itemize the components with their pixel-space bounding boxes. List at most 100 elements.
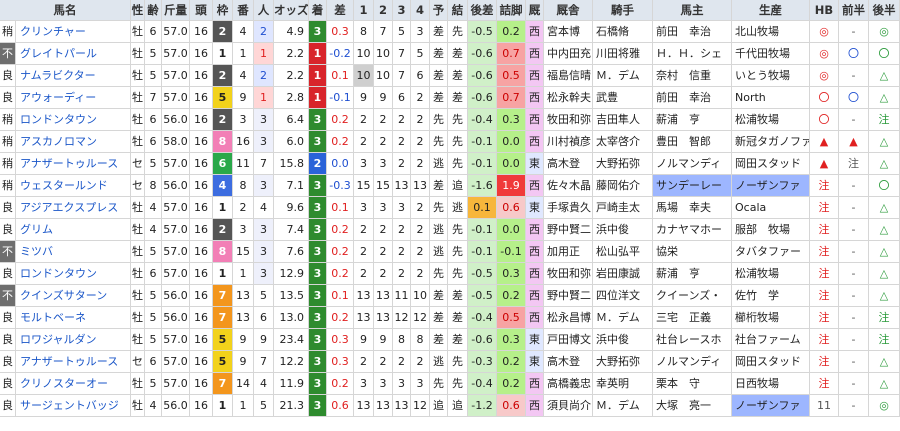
header-popularity[interactable]: 人 bbox=[254, 0, 274, 21]
heads: 16 bbox=[190, 21, 213, 43]
finish: 3 bbox=[309, 373, 327, 395]
corner-2: 13 bbox=[374, 285, 393, 307]
weight: 56.0 bbox=[162, 395, 190, 417]
late-diff: -0.6 bbox=[468, 329, 497, 351]
waku: 2 bbox=[213, 219, 233, 241]
tsume-ashi: -0.1 bbox=[497, 241, 526, 263]
header-second-half[interactable]: 後半 bbox=[869, 0, 900, 21]
umaban: 9 bbox=[233, 329, 254, 351]
header-age[interactable]: 齢 bbox=[145, 0, 162, 21]
header-corner-3[interactable]: 3 bbox=[393, 0, 411, 21]
result: 差 bbox=[448, 65, 468, 87]
trainer: 川村禎彦 bbox=[544, 131, 593, 153]
first-half: - bbox=[839, 109, 869, 131]
header-corner-4[interactable]: 4 bbox=[411, 0, 430, 21]
corner-3: 2 bbox=[393, 109, 411, 131]
horse-name[interactable]: グリム bbox=[16, 219, 131, 241]
horse-name[interactable]: アナザートゥルース bbox=[16, 153, 131, 175]
popularity: 2 bbox=[254, 65, 274, 87]
header-tsume-ashi[interactable]: 詰脚 bbox=[497, 0, 526, 21]
predict: 差 bbox=[430, 21, 448, 43]
horse-name[interactable]: ウェスタールンド bbox=[16, 175, 131, 197]
header-jockey[interactable]: 騎手 bbox=[593, 0, 653, 21]
header-result[interactable]: 結 bbox=[448, 0, 468, 21]
header-umaban[interactable]: 番 bbox=[233, 0, 254, 21]
breeder: North bbox=[732, 87, 810, 109]
heads: 16 bbox=[190, 175, 213, 197]
header-region[interactable]: 厩 bbox=[526, 0, 544, 21]
horse-name[interactable]: クインズサターン bbox=[16, 285, 131, 307]
waku: 2 bbox=[213, 109, 233, 131]
horse-name[interactable]: アスカノロマン bbox=[16, 131, 131, 153]
header-late-diff[interactable]: 後差 bbox=[468, 0, 497, 21]
header-hb-mark[interactable]: HB bbox=[810, 0, 839, 21]
horse-name[interactable]: ナムラビクター bbox=[16, 65, 131, 87]
odds: 2.8 bbox=[274, 87, 309, 109]
horse-name[interactable]: ロワジャルダン bbox=[16, 329, 131, 351]
tsume-ashi: 0.5 bbox=[497, 307, 526, 329]
corner-1: 13 bbox=[354, 307, 374, 329]
jockey: 石橋脩 bbox=[593, 21, 653, 43]
horse-name[interactable]: クリノスターオー bbox=[16, 373, 131, 395]
corner-1: 9 bbox=[354, 329, 374, 351]
horse-name[interactable]: アウォーディー bbox=[16, 87, 131, 109]
header-horse-name[interactable]: 馬名 bbox=[0, 0, 131, 21]
corner-3: 2 bbox=[393, 153, 411, 175]
header-corner-1[interactable]: 1 bbox=[354, 0, 374, 21]
header-margin[interactable]: 差 bbox=[327, 0, 354, 21]
horse-name[interactable]: ミツバ bbox=[16, 241, 131, 263]
finish: 3 bbox=[309, 197, 327, 219]
second-half: △ bbox=[869, 65, 900, 87]
umaban: 9 bbox=[233, 87, 254, 109]
umaban: 2 bbox=[233, 197, 254, 219]
header-first-half[interactable]: 前半 bbox=[839, 0, 869, 21]
header-odds[interactable]: オッズ bbox=[274, 0, 309, 21]
header-finish[interactable]: 着 bbox=[309, 0, 327, 21]
hb-mark: 注 bbox=[810, 219, 839, 241]
region: 西 bbox=[526, 263, 544, 285]
header-predict[interactable]: 予 bbox=[430, 0, 448, 21]
owner: 奈村 信重 bbox=[653, 65, 732, 87]
header-waku[interactable]: 枠 bbox=[213, 0, 233, 21]
hb-mark: 〇 bbox=[810, 109, 839, 131]
horse-name[interactable]: クリンチャー bbox=[16, 21, 131, 43]
corner-4: 2 bbox=[411, 131, 430, 153]
trainer: 松永幹夫 bbox=[544, 87, 593, 109]
hb-mark: 注 bbox=[810, 197, 839, 219]
horse-name[interactable]: モルトベーネ bbox=[16, 307, 131, 329]
header-corner-2[interactable]: 2 bbox=[374, 0, 393, 21]
header-weight[interactable]: 斤量 bbox=[162, 0, 190, 21]
waku: 1 bbox=[213, 43, 233, 65]
odds: 13.0 bbox=[274, 307, 309, 329]
tsume-ashi: 0.2 bbox=[497, 373, 526, 395]
horse-name[interactable]: アナザートゥルース bbox=[16, 351, 131, 373]
header-sex[interactable]: 性 bbox=[131, 0, 145, 21]
corner-3: 2 bbox=[393, 131, 411, 153]
condition: 良 bbox=[0, 351, 16, 373]
owner: ノルマンディ bbox=[653, 153, 732, 175]
horse-name[interactable]: グレイトパール bbox=[16, 43, 131, 65]
header-owner[interactable]: 馬主 bbox=[653, 0, 732, 21]
trainer: 須貝尚介 bbox=[544, 395, 593, 417]
horse-name[interactable]: サージェントバッジ bbox=[16, 395, 131, 417]
condition: 良 bbox=[0, 329, 16, 351]
hb-mark: 注 bbox=[810, 307, 839, 329]
hb-mark: 注 bbox=[810, 329, 839, 351]
corner-3: 12 bbox=[393, 307, 411, 329]
horse-name[interactable]: ロンドンタウン bbox=[16, 109, 131, 131]
jockey: 太宰啓介 bbox=[593, 131, 653, 153]
trainer: 宮本博 bbox=[544, 21, 593, 43]
header-trainer[interactable]: 厩舎 bbox=[544, 0, 593, 21]
header-breeder[interactable]: 生産 bbox=[732, 0, 810, 21]
popularity: 3 bbox=[254, 131, 274, 153]
owner: Ｈ．Ｈ．シェ bbox=[653, 43, 732, 65]
result: 先 bbox=[448, 153, 468, 175]
corner-3: 8 bbox=[393, 329, 411, 351]
odds: 23.4 bbox=[274, 329, 309, 351]
header-heads[interactable]: 頭 bbox=[190, 0, 213, 21]
late-diff: -0.1 bbox=[468, 131, 497, 153]
horse-name[interactable]: ロンドンタウン bbox=[16, 263, 131, 285]
jockey: 川田将雅 bbox=[593, 43, 653, 65]
umaban: 4 bbox=[233, 65, 254, 87]
horse-name[interactable]: アジアエクスプレス bbox=[16, 197, 131, 219]
